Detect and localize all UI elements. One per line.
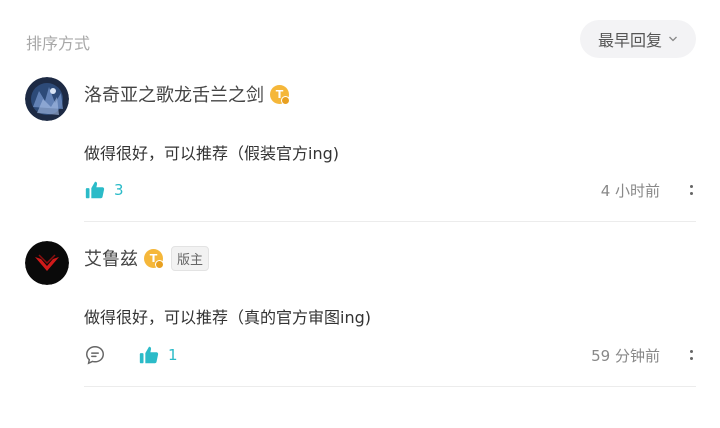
avatar[interactable] [25,241,69,285]
like-count: 3 [114,181,124,199]
username[interactable]: 艾鲁兹 [84,245,138,271]
level-badge-icon: T [144,248,164,269]
like-button[interactable]: 1 [138,344,178,366]
thumbs-up-icon [139,346,159,364]
moderator-tag: 版主 [171,245,210,271]
chevron-down-icon [669,36,677,42]
username[interactable]: 洛奇亚之歌龙舌兰之剑 [84,81,264,107]
sort-order-value: 最早回复 [597,31,662,50]
comment-bubble-icon [86,346,104,365]
divider [84,386,696,387]
more-options-button[interactable] [686,180,696,200]
avatar[interactable] [25,77,69,121]
timestamp: 59 分钟前 [591,346,660,365]
comment-text: 做得很好，可以推荐（真的官方审图ing) [84,308,371,327]
thumbs-up-icon [85,181,105,199]
divider [84,221,696,222]
comment-text: 做得很好，可以推荐（假装官方ing) [84,144,339,163]
sort-order-dropdown[interactable]: 最早回复 [580,20,696,58]
sort-label: 排序方式 [26,34,91,53]
more-options-button[interactable] [686,345,696,365]
timestamp: 4 小时前 [600,181,660,200]
reply-button[interactable] [84,343,108,367]
like-button[interactable]: 3 [84,179,124,201]
like-count: 1 [168,346,178,364]
level-badge-icon: T [270,84,290,105]
